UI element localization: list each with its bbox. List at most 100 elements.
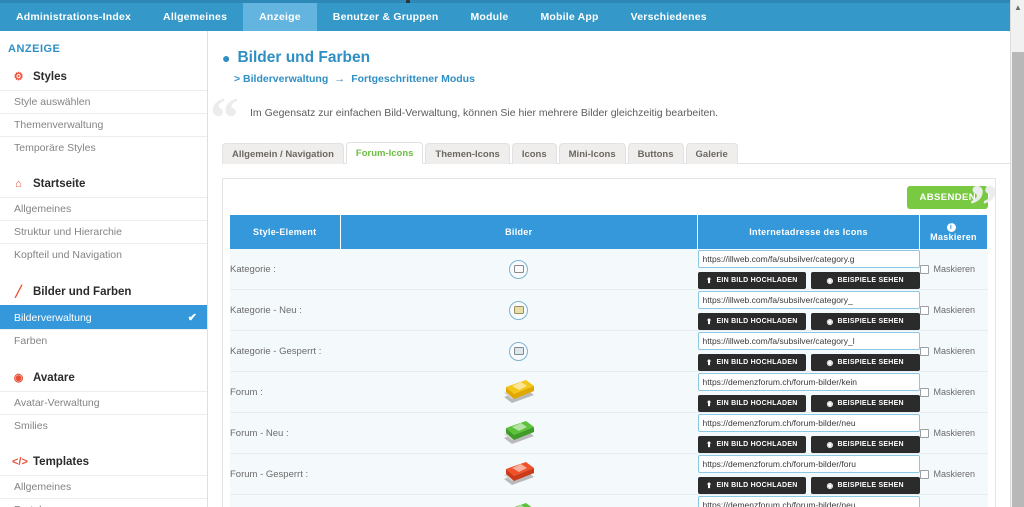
tab-label: Mini-Icons [568, 149, 616, 160]
see-examples-button[interactable]: ◉ BEISPIELE SEHEN [811, 354, 920, 372]
see-examples-label: BEISPIELE SEHEN [837, 277, 904, 285]
see-examples-label: BEISPIELE SEHEN [837, 318, 904, 326]
sidebar-group-startseite: ⌂ Startseite [0, 171, 207, 197]
scrollbar-thumb[interactable] [1012, 52, 1024, 507]
icon-url-input[interactable] [697, 332, 920, 351]
icon-url-input[interactable] [697, 414, 920, 433]
column-header-style-element: Style-Element [230, 215, 341, 250]
nav-item-administrations-index[interactable]: Administrations-Index [0, 3, 147, 31]
see-examples-button[interactable]: ◉ BEISPIELE SEHEN [811, 477, 920, 495]
nav-item-verschiedenes[interactable]: Verschiedenes [615, 3, 723, 31]
tab-icons[interactable]: Icons [511, 143, 557, 164]
maskieren-checkbox[interactable] [919, 469, 929, 479]
column-header-bilder: Bilder [340, 215, 698, 250]
table-header-row: Style-Element Bilder Internetadresse des… [230, 215, 988, 250]
sidebar-item-themenverwaltung[interactable]: Themenverwaltung [0, 113, 207, 136]
sidebar-item-bilderverwaltung[interactable]: Bilderverwaltung ✔ [0, 305, 207, 329]
maskieren-checkbox-wrap[interactable]: Maskieren [919, 346, 988, 357]
cell-style-element: Kategorie - Neu : [230, 289, 340, 332]
sidebar-item-smilies[interactable]: Smilies [0, 414, 207, 437]
icon-url-input[interactable] [697, 496, 920, 507]
maskieren-checkbox-wrap[interactable]: Maskieren [919, 469, 988, 480]
upload-image-button[interactable]: ⬆ EIN BILD HOCHLADEN [697, 313, 806, 331]
icons-table: Style-Element Bilder Internetadresse des… [230, 215, 988, 507]
tab-label: Forum-Icons [355, 148, 414, 159]
see-examples-button[interactable]: ◉ BEISPIELE SEHEN [811, 313, 920, 331]
eye-icon: ◉ [826, 399, 834, 409]
see-examples-button[interactable]: ◉ BEISPIELE SEHEN [811, 272, 920, 290]
maskieren-checkbox-wrap[interactable]: Maskieren [919, 428, 988, 438]
upload-image-button[interactable]: ⬆ EIN BILD HOCHLADEN [697, 272, 806, 290]
maskieren-checkbox[interactable] [919, 428, 929, 438]
nav-item-benutzer-gruppen[interactable]: Benutzer & Gruppen [317, 3, 455, 31]
nav-item-mobile-app[interactable]: Mobile App [524, 3, 614, 31]
sidebar-group-label: Startseite [33, 178, 86, 190]
breadcrumb-current[interactable]: > Bilderverwaltung [234, 73, 328, 85]
upload-image-button[interactable]: ⬆ EIN BILD HOCHLADEN [697, 354, 806, 372]
upload-image-label: EIN BILD HOCHLADEN [716, 441, 798, 449]
upload-icon: ⬆ [705, 317, 713, 327]
lead-text: Im Gegensatz zur einfachen Bild-Verwaltu… [250, 107, 719, 119]
sidebar-item-label: Themenverwaltung [14, 119, 104, 131]
upload-icon: ⬆ [705, 440, 713, 450]
sidebar-item-style-auswählen[interactable]: Style auswählen [0, 90, 207, 113]
tab-allgemein-navigation[interactable]: Allgemein / Navigation [222, 143, 344, 164]
page-scrollbar[interactable]: ▲ [1010, 0, 1024, 507]
sidebar-item-temporäre-styles[interactable]: Temporäre Styles [0, 136, 207, 159]
maskieren-checkbox-wrap[interactable]: Maskieren [919, 305, 988, 315]
sidebar-item-struktur-und-hierarchie[interactable]: Struktur und Hierarchie [0, 220, 207, 243]
breadcrumb-mode[interactable]: Fortgeschrittener Modus [351, 73, 475, 85]
url-button-row: ⬆ EIN BILD HOCHLADEN ◉ BEISPIELE SEHEN [697, 272, 920, 290]
info-icon[interactable]: i [946, 223, 956, 233]
maskieren-label: Maskieren [933, 469, 976, 480]
upload-image-button[interactable]: ⬆ EIN BILD HOCHLADEN [697, 395, 806, 413]
tab-forum-icons[interactable]: Forum-Icons [345, 142, 424, 164]
upload-image-button[interactable]: ⬆ EIN BILD HOCHLADEN [697, 436, 806, 454]
maskieren-label: Maskieren [933, 346, 976, 357]
sidebar-item-allgemeines[interactable]: Allgemeines [0, 475, 207, 498]
tab-label: Buttons [637, 149, 674, 160]
sidebar-item-farben[interactable]: Farben [0, 329, 207, 352]
tab-mini-icons[interactable]: Mini-Icons [558, 143, 626, 164]
cell-url: ⬆EIN BILD HOCHLADEN◉BEISPIELE SEHEN [697, 494, 920, 507]
sidebar-item-allgemeines[interactable]: Allgemeines [0, 197, 207, 220]
maskieren-checkbox[interactable] [919, 387, 929, 397]
maskieren-checkbox[interactable] [919, 305, 929, 315]
gears-icon: ⚙ [13, 71, 24, 83]
maskieren-label: Maskieren [933, 387, 976, 398]
sidebar-item-kopfteil-und-navigation[interactable]: Kopfteil und Navigation [0, 243, 207, 266]
upload-image-button[interactable]: ⬆ EIN BILD HOCHLADEN [697, 477, 806, 495]
icon-url-input[interactable] [697, 291, 920, 310]
tab-galerie[interactable]: Galerie [685, 143, 738, 164]
location-pin-icon: ● [222, 50, 231, 66]
cell-preview-image [340, 412, 698, 455]
lead-quote-block: “ ” Im Gegensatz zur einfachen Bild-Verw… [210, 89, 1010, 235]
nav-item-label: Administrations-Index [16, 11, 132, 23]
maskieren-checkbox[interactable] [919, 264, 929, 274]
cell-preview-image [340, 330, 698, 373]
breadcrumb: > Bilderverwaltung → Fortgeschrittener M… [234, 73, 1010, 85]
table-row: Forum - Neu : ⬆EIN BILD HOCHLADEN ◉BEISPIE… [230, 412, 988, 455]
tab-buttons[interactable]: Buttons [627, 143, 684, 164]
quote-close-icon: ” [969, 173, 998, 238]
scroll-up-arrow-icon[interactable]: ▲ [1011, 0, 1024, 14]
sidebar-item-label: Bilderverwaltung [14, 311, 92, 324]
url-button-row: ⬆ EIN BILD HOCHLADEN ◉ BEISPIELE SEHEN [697, 313, 920, 331]
see-examples-button[interactable]: ◉ BEISPIELE SEHEN [811, 395, 920, 413]
tab-themen-icons[interactable]: Themen-Icons [425, 143, 510, 164]
icon-url-input[interactable] [697, 373, 920, 392]
url-button-row: ⬆ EIN BILD HOCHLADEN ◉ BEISPIELE SEHEN [697, 354, 920, 372]
nav-item-anzeige[interactable]: Anzeige [243, 3, 317, 31]
maskieren-checkbox-wrap[interactable]: Maskieren [919, 387, 988, 398]
cell-url: ⬆EIN BILD HOCHLADEN ◉BEISPIELE SEHEN [697, 412, 920, 455]
icon-url-input[interactable] [697, 250, 920, 269]
maskieren-checkbox[interactable] [919, 346, 929, 356]
cell-style-element: Forum - Gesperrt : [230, 453, 340, 496]
nav-item-allgemeines[interactable]: Allgemeines [147, 3, 243, 31]
sidebar-item-portal[interactable]: Portal [0, 498, 207, 507]
see-examples-button[interactable]: ◉ BEISPIELE SEHEN [811, 436, 920, 454]
maskieren-checkbox-wrap[interactable]: Maskieren [919, 264, 988, 274]
icon-url-input[interactable] [697, 455, 920, 474]
sidebar-item-avatar-verwaltung[interactable]: Avatar-Verwaltung [0, 391, 207, 414]
nav-item-module[interactable]: Module [454, 3, 524, 31]
